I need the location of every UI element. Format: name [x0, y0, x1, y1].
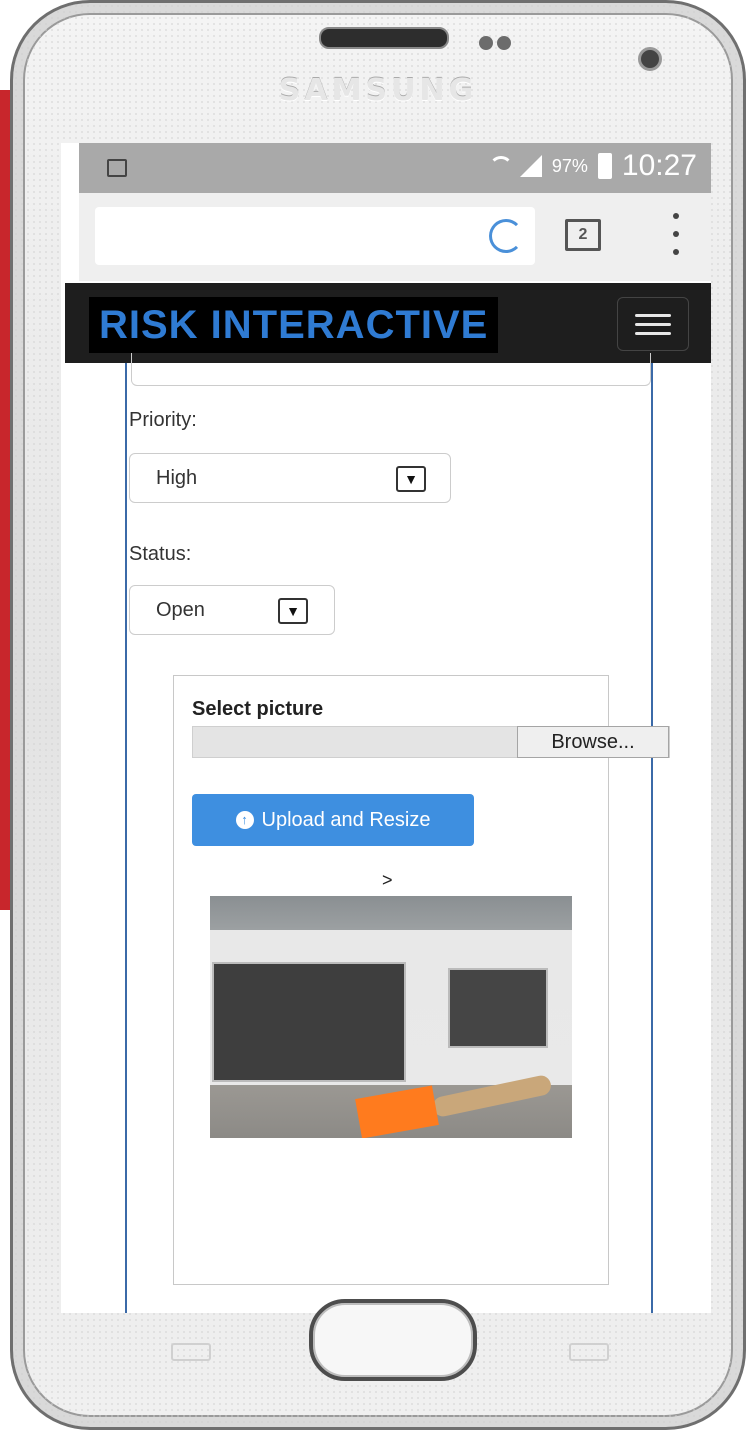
- battery-percent: 97%: [551, 155, 588, 176]
- upload-and-resize-button[interactable]: ↑ Upload and Resize: [192, 794, 474, 846]
- priority-select[interactable]: High ▼: [129, 453, 451, 503]
- status-label: Status:: [129, 543, 192, 565]
- select-picture-title: Select picture: [192, 698, 324, 720]
- front-camera: [638, 47, 662, 71]
- status-bar: 97% 10:27: [79, 143, 711, 193]
- phone-screen: 97% 10:27 2 RISK INTERACTIVE Priority: H…: [61, 143, 711, 1313]
- back-key[interactable]: [569, 1343, 609, 1361]
- signal-icon: [519, 155, 542, 177]
- app-navbar: RISK INTERACTIVE: [65, 283, 711, 363]
- photo-tube: [431, 1073, 553, 1119]
- clock: 10:27: [621, 149, 697, 182]
- priority-value: High: [156, 467, 198, 489]
- uploaded-photo-preview: [210, 896, 572, 1138]
- upload-icon: ↑: [235, 811, 254, 829]
- gallery-notification-icon: [107, 159, 127, 177]
- proximity-sensor: [479, 36, 493, 50]
- photo-window-left: [212, 962, 406, 1082]
- form-border-left: [125, 363, 127, 1313]
- file-input[interactable]: Browse...: [192, 726, 670, 758]
- photo-window-right: [448, 968, 548, 1048]
- device-brand: SAMSUNG: [278, 73, 478, 108]
- status-select[interactable]: Open ▼: [129, 585, 335, 635]
- app-logo[interactable]: RISK INTERACTIVE: [89, 297, 499, 353]
- status-value: Open: [156, 599, 205, 621]
- status-indicators: 97% 10:27: [488, 149, 697, 183]
- chevron-down-icon: ▼: [396, 466, 426, 492]
- hamburger-menu-button[interactable]: [617, 297, 689, 351]
- preview-marker: >: [382, 870, 393, 890]
- earpiece-speaker: [319, 27, 449, 49]
- browse-button[interactable]: Browse...: [517, 726, 669, 758]
- reload-icon[interactable]: [489, 219, 523, 253]
- photo-orange-object: [355, 1085, 439, 1138]
- light-sensor: [497, 36, 511, 50]
- battery-icon: [597, 153, 612, 179]
- recent-apps-key[interactable]: [171, 1343, 211, 1361]
- picture-upload-panel: Select picture Browse... ↑ Upload and Re…: [173, 675, 670, 1285]
- browser-toolbar: 2: [79, 193, 711, 281]
- previous-field[interactable]: [131, 353, 651, 386]
- priority-label: Priority:: [129, 409, 197, 431]
- home-button[interactable]: [309, 1299, 477, 1381]
- upload-button-label: Upload and Resize: [261, 808, 431, 831]
- wifi-icon: [488, 154, 513, 178]
- phone-frame: SAMSUNG 97% 10:27 2 RISK INTERACTIVE Pri…: [10, 0, 746, 1430]
- page-content: Priority: High ▼ Status: Open ▼ Select p…: [61, 353, 711, 1313]
- browser-menu-icon[interactable]: [673, 213, 681, 255]
- form-border-right: [651, 363, 653, 1313]
- address-bar[interactable]: [95, 207, 535, 265]
- chevron-down-icon: ▼: [278, 598, 308, 624]
- tabs-switcher-icon[interactable]: 2: [565, 219, 601, 251]
